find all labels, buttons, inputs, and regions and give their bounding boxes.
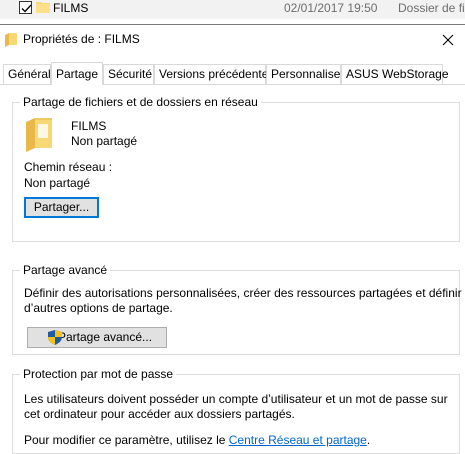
password-protection-title: Protection par mot de passe [20,367,177,381]
close-button[interactable] [431,25,465,55]
folder-share-status: Non partagé [71,134,138,148]
file-name: FILMS [53,1,89,15]
advanced-sharing-group: Partage avancé Définir des autorisations… [12,263,462,355]
password-protection-group: Protection par mot de passe Les utilisat… [12,367,460,454]
password-modify-end: . [366,433,371,447]
checkmark-icon [21,4,32,13]
properties-dialog: Propriétés de : FILMS Général Partage Sé… [0,24,465,454]
folder-icon [5,33,17,47]
close-icon [442,34,454,46]
password-modify-text: Pour modifier ce paramètre, utilisez le [24,433,229,447]
title-bar[interactable]: Propriétés de : FILMS [0,25,465,55]
uac-shield-icon [48,330,62,345]
file-type: Dossier de fic [398,1,465,15]
tab-bar: Général Partage Sécurité Versions précéd… [0,62,465,85]
network-sharing-group: Partage de fichiers et de dossiers en ré… [12,95,460,242]
password-description-2: cet ordinateur pour accéder aux dossiers… [24,407,295,421]
tab-asus-webstorage[interactable]: ASUS WebStorage [341,64,449,84]
advanced-sharing-description-2: d’autres options de partage. [24,301,173,315]
shared-folder-icon [26,118,52,152]
share-button[interactable]: Partager... [24,197,99,218]
tab-general[interactable]: Général [3,64,51,84]
dialog-title: Propriétés de : FILMS [23,32,140,46]
network-center-link[interactable]: Centre Réseau et partage [229,433,367,447]
advanced-sharing-title: Partage avancé [20,263,111,277]
folder-icon [36,2,50,13]
advanced-sharing-description-1: Définir des autorisations personnalisées… [24,286,462,300]
password-modify-line: Pour modifier ce paramètre, utilisez le … [24,433,370,447]
tab-panel-partage: Partage de fichiers et de dossiers en ré… [0,84,465,454]
network-path-value: Non partagé [24,176,91,190]
folder-name: FILMS [71,119,107,133]
advanced-sharing-button[interactable]: Partage avancé... [27,327,167,348]
tab-securite[interactable]: Sécurité [103,64,154,84]
row-checkbox[interactable] [19,1,32,14]
tab-versions-precedentes[interactable]: Versions précédentes [154,64,274,84]
tab-partage[interactable]: Partage [51,62,103,85]
explorer-file-row[interactable]: FILMS 02/01/2017 19:50 Dossier de fic [0,0,465,19]
network-sharing-title: Partage de fichiers et de dossiers en ré… [20,95,261,109]
tab-personnaliser[interactable]: Personnaliser [266,64,344,84]
password-description-1: Les utilisateurs doivent posséder un com… [24,392,448,406]
advanced-sharing-button-label: Partage avancé... [57,330,153,344]
file-date: 02/01/2017 19:50 [284,1,378,15]
network-path-label: Chemin réseau : [24,160,113,174]
